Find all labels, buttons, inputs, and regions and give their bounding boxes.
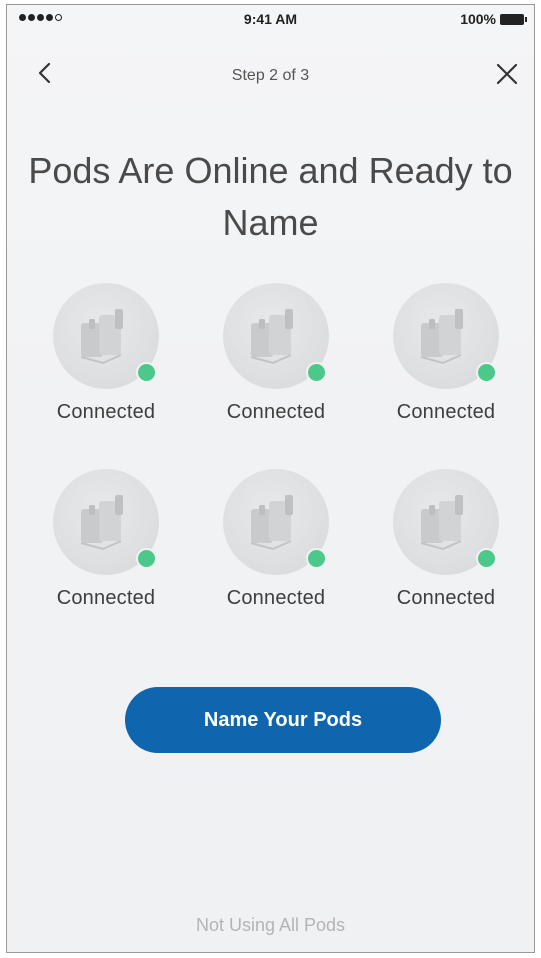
battery-icon: [500, 13, 527, 25]
pod-status-label: Connected: [56, 401, 156, 423]
status-time: 9:41 AM: [243, 11, 298, 27]
pod-device-icon: [80, 495, 123, 551]
pod-device-icon: [250, 495, 293, 551]
pod-status-label: Connected: [396, 587, 496, 609]
close-button[interactable]: [494, 61, 520, 87]
connected-status-dot: [136, 548, 157, 569]
pod-status-label: Connected: [396, 401, 496, 423]
pod-avatar: [53, 283, 159, 389]
pod-avatar: [393, 283, 499, 389]
step-indicator: Step 2 of 3: [231, 67, 310, 84]
connected-status-dot: [136, 362, 157, 383]
battery-percent: 100%: [460, 11, 496, 27]
pod-item: Connected: [21, 283, 191, 424]
pod-avatar: [53, 469, 159, 575]
not-using-all-pods-link[interactable]: Not Using All Pods: [7, 915, 534, 936]
pod-device-icon: [80, 309, 123, 365]
pod-avatar: [223, 469, 329, 575]
pod-item: Connected: [361, 283, 531, 424]
pod-avatar: [223, 283, 329, 389]
pod-status-label: Connected: [226, 587, 326, 609]
nav-bar: Step 2 of 3: [7, 55, 534, 95]
phone-screen: 9:41 AM 100% Step 2 of 3 Pods Are Online…: [6, 4, 535, 953]
pod-device-icon: [420, 309, 463, 365]
pod-status-label: Connected: [226, 401, 326, 423]
pod-status-label: Connected: [56, 587, 156, 609]
page-title: Pods Are Online and Ready to Name: [28, 150, 513, 243]
pod-item: Connected: [191, 283, 361, 424]
pod-device-icon: [420, 495, 463, 551]
pod-item: Connected: [21, 469, 191, 610]
close-icon: [496, 63, 518, 85]
pod-item: Connected: [361, 469, 531, 610]
status-bar: 9:41 AM 100%: [7, 5, 534, 33]
connected-status-dot: [476, 548, 497, 569]
pod-device-icon: [250, 309, 293, 365]
pod-avatar: [393, 469, 499, 575]
battery-indicator: 100%: [460, 11, 527, 27]
pod-item: Connected: [191, 469, 361, 610]
connected-status-dot: [476, 362, 497, 383]
connected-status-dot: [306, 548, 327, 569]
connected-status-dot: [306, 362, 327, 383]
name-your-pods-button[interactable]: Name Your Pods: [125, 687, 441, 753]
